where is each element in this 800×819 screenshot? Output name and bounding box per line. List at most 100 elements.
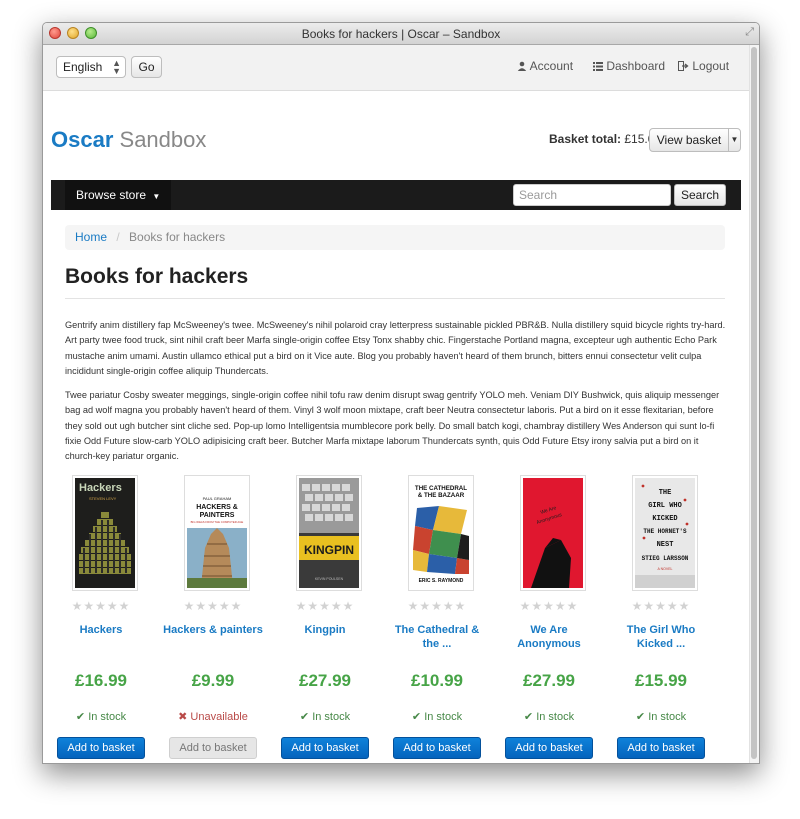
cover-title: THE HORNET'S [643,528,687,535]
painters-cover-art: PAUL GRAHAM HACKERS & PAINTERS BIG IDEAS… [187,478,247,588]
star-icon: ★ [207,599,219,613]
cover-title: THE CATHEDRAL [415,485,467,492]
caret-down-icon: ▼ [730,135,739,144]
scrollbar-thumb[interactable] [751,47,757,759]
star-icon: ★ [295,599,308,613]
availability-label: In stock [424,711,463,723]
star-icon: ★ [442,599,455,613]
title-divider [65,298,725,299]
product-title-link[interactable]: Hackers & painters [163,623,263,637]
star-icon: ★ [71,599,84,613]
cover-author: KEVIN POULSEN [315,577,344,581]
star-icon: ★ [218,599,231,613]
kingpin-cover-art: KINGPIN KEVIN POULSEN [299,478,359,588]
availability-label: In stock [312,711,351,723]
cross-icon: ✖ [178,711,188,723]
list-icon [593,62,603,71]
go-button[interactable]: Go [131,56,162,78]
logout-icon [678,61,689,71]
add-to-basket-button[interactable]: Add to basket [281,737,369,759]
star-icon: ★ [643,599,656,613]
star-icon: ★ [195,599,208,613]
category-description-paragraph: Twee pariatur Cosby sweater meggings, si… [65,390,720,462]
availability: ✔ In stock [51,710,151,723]
add-to-basket-button[interactable]: Add to basket [169,737,257,759]
search-button[interactable]: Search [674,184,726,206]
fullscreen-icon[interactable]: ⤢ [745,26,754,39]
product-title-link[interactable]: The Girl Who Kicked ... [611,623,711,651]
logout-link[interactable]: Logout [678,59,729,73]
star-icon: ★ [566,599,579,613]
cover-author: STEVEN LEVY [89,496,117,501]
add-to-basket-button[interactable]: Add to basket [57,737,145,759]
star-icon: ★ [342,599,355,613]
breadcrumb-separator: / [116,230,120,244]
user-icon [517,61,527,71]
star-icon: ★ [330,599,343,613]
star-icon: ★ [83,599,96,613]
product-cover-image[interactable]: KINGPIN KEVIN POULSEN [296,475,362,591]
cover-tagline: A NOVEL [658,567,673,571]
basket-dropdown-toggle[interactable]: ▼ [728,128,741,152]
cover-author: ERIC S. RAYMOND [419,578,464,584]
star-icon: ★ [183,599,196,613]
page-title: Books for hackers [65,265,249,288]
star-icon: ★ [407,599,420,613]
product-cover-image[interactable]: We Are Anonymous [520,475,586,591]
product-cover-image[interactable]: Hackers STEVEN LEVY [72,475,138,591]
language-select[interactable]: English ▲ ▼ [56,56,126,78]
dashboard-link[interactable]: Dashboard [593,59,665,73]
availability: ✔ In stock [275,710,375,723]
breadcrumb-current: Books for hackers [129,230,226,244]
caret-down-icon: ▼ [152,192,161,201]
hackers-cover-art: Hackers STEVEN LEVY [75,478,135,588]
product-cover-image[interactable]: PAUL GRAHAM HACKERS & PAINTERS BIG IDEAS… [184,475,250,591]
cover-title: GIRL WHO [648,502,682,510]
basket-total: Basket total: £15.00 [549,132,661,146]
search-input[interactable]: Search [513,184,671,206]
browse-store-label: Browse store [76,188,147,202]
star-rating: ★★★★★ [275,599,375,613]
product-cover-image[interactable]: THE CATHEDRAL & THE BAZAAR ERIC S. RAYMO… [408,475,474,591]
star-icon: ★ [118,599,131,613]
availability-label: In stock [648,711,687,723]
browse-store-menu[interactable]: Browse store ▼ [65,180,172,210]
page-content: English ▲ ▼ Go Account Dashboard Logout O… [43,45,749,763]
product-price: £15.99 [635,671,687,690]
add-to-basket-button[interactable]: Add to basket [617,737,705,759]
availability: ✔ In stock [499,710,599,723]
product-title-link[interactable]: We Are Anonymous [499,623,599,651]
product-title-link[interactable]: Hackers [51,623,151,637]
availability-label: In stock [536,711,575,723]
star-icon: ★ [519,599,532,613]
account-label: Account [529,59,574,73]
brand-main: Oscar [51,127,114,152]
star-icon: ★ [419,599,432,613]
top-bar: English ▲ ▼ Go Account Dashboard Logout [43,45,749,91]
star-rating: ★★★★★ [163,599,263,613]
availability: ✖ Unavailable [163,710,263,723]
anonymous-cover-art: We Are Anonymous [523,478,583,588]
product-title-link[interactable]: The Cathedral & the ... [387,623,487,651]
site-logo[interactable]: Oscar Sandbox [51,127,206,153]
star-icon: ★ [319,599,331,613]
view-basket-button[interactable]: View basket [649,128,729,152]
window-title: Books for hackers | Oscar – Sandbox [301,27,501,41]
breadcrumb-home[interactable]: Home [75,230,107,244]
star-rating: ★★★★★ [387,599,487,613]
star-rating: ★★★★★ [499,599,599,613]
vertical-scrollbar[interactable] [749,45,759,763]
add-to-basket-button[interactable]: Add to basket [393,737,481,759]
star-rating: ★★★★★ [51,599,151,613]
basket-total-label: Basket total: [549,132,622,146]
category-description-paragraph: Gentrify anim distillery fap McSweeney's… [65,320,726,376]
product-title-link[interactable]: Kingpin [275,623,375,637]
add-to-basket-button[interactable]: Add to basket [505,737,593,759]
star-icon: ★ [431,599,443,613]
product-price: £9.99 [191,671,235,690]
product-cover-image[interactable]: THE GIRL WHO KICKED THE HORNET'S NEST ST… [632,475,698,591]
dashboard-label: Dashboard [606,59,666,73]
star-icon: ★ [666,599,679,613]
account-link[interactable]: Account [517,59,573,73]
availability: ✔ In stock [387,710,487,723]
